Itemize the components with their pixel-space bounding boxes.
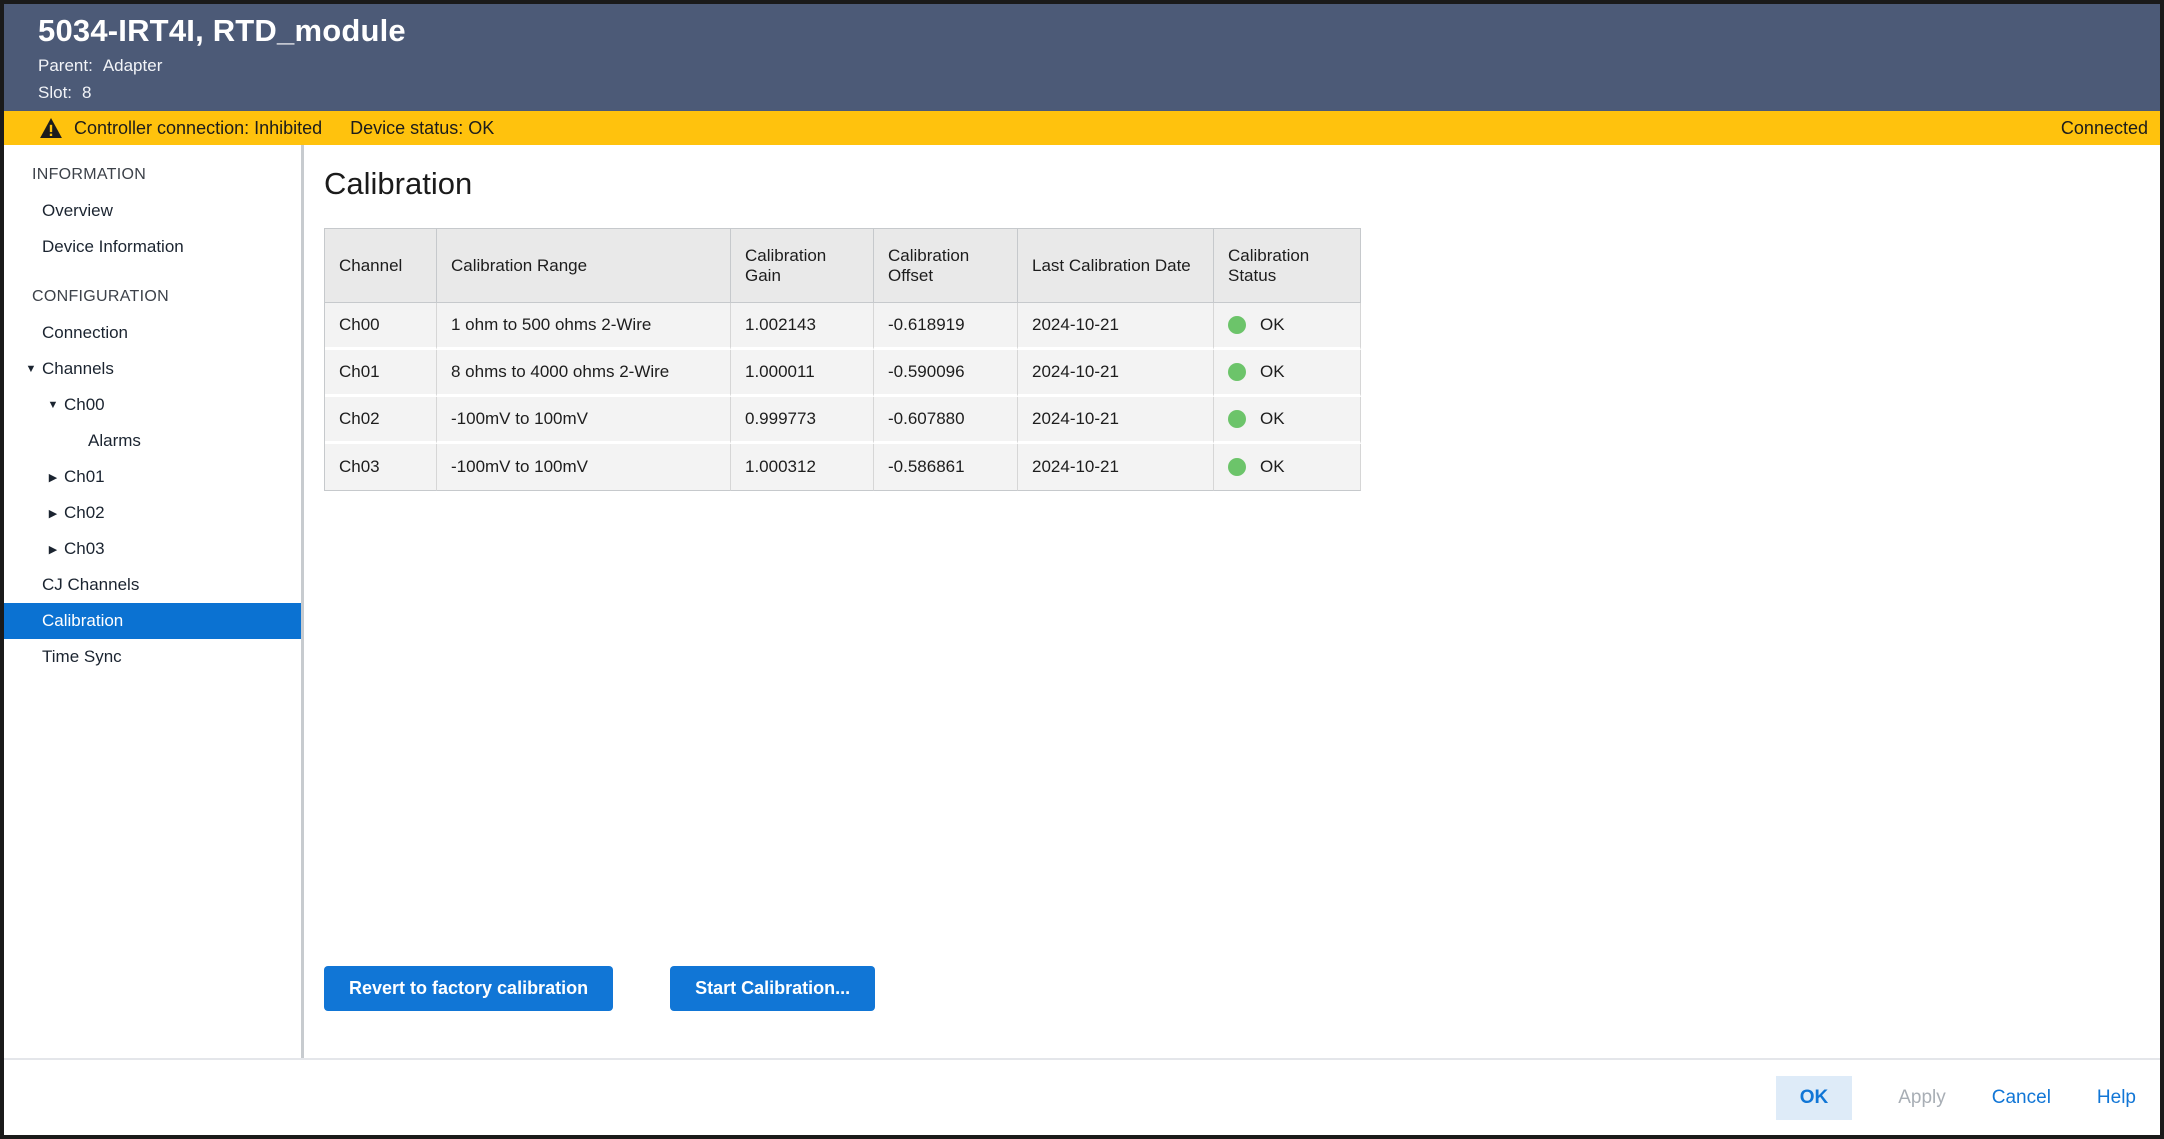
- table-row: Ch00 1 ohm to 500 ohms 2-Wire 1.002143 -…: [325, 303, 1361, 350]
- status-ok-dot-icon: [1228, 316, 1246, 334]
- nav-section-configuration: CONFIGURATION: [4, 279, 301, 315]
- col-header-range: Calibration Range: [437, 229, 731, 303]
- start-calibration-button[interactable]: Start Calibration...: [670, 966, 875, 1011]
- parent-label: Parent:: [38, 56, 93, 75]
- col-header-gain: Calibration Gain: [731, 229, 874, 303]
- revert-to-factory-calibration-button[interactable]: Revert to factory calibration: [324, 966, 613, 1011]
- chevron-down-icon[interactable]: ▼: [46, 399, 60, 411]
- status-ok-dot-icon: [1228, 363, 1246, 381]
- sidebar-item-ch01[interactable]: ▶ Ch01: [4, 459, 301, 495]
- status-ok-dot-icon: [1228, 458, 1246, 476]
- sidebar-item-cj-channels[interactable]: CJ Channels: [4, 567, 301, 603]
- page-title: Calibration: [324, 166, 2160, 202]
- cell-range: 1 ohm to 500 ohms 2-Wire: [437, 303, 731, 350]
- module-properties-window: 5034-IRT4I, RTD_module Parent: Adapter Sl…: [0, 0, 2164, 1139]
- cell-channel: Ch03: [325, 444, 437, 491]
- nav-section-information: INFORMATION: [4, 157, 301, 193]
- cell-offset: -0.618919: [874, 303, 1018, 350]
- cell-offset: -0.586861: [874, 444, 1018, 491]
- cell-status: OK: [1214, 350, 1361, 397]
- table-row: Ch03 -100mV to 100mV 1.000312 -0.586861 …: [325, 444, 1361, 491]
- cell-date: 2024-10-21: [1018, 303, 1214, 350]
- sidebar-item-ch00[interactable]: ▼ Ch00: [4, 387, 301, 423]
- controller-connection-status: Controller connection: Inhibited: [74, 118, 322, 139]
- chevron-right-icon[interactable]: ▶: [46, 471, 60, 484]
- cell-date: 2024-10-21: [1018, 444, 1214, 491]
- col-header-channel: Channel: [325, 229, 437, 303]
- cell-gain: 0.999773: [731, 397, 874, 444]
- cell-offset: -0.590096: [874, 350, 1018, 397]
- nav-sidebar: INFORMATION Overview Device Information …: [4, 145, 304, 1058]
- table-header-row: Channel Calibration Range Calibration Ga…: [325, 229, 1361, 303]
- status-text: OK: [1260, 457, 1285, 477]
- cell-channel: Ch00: [325, 303, 437, 350]
- sidebar-item-overview[interactable]: Overview: [4, 193, 301, 229]
- title-header: 5034-IRT4I, RTD_module Parent: Adapter Sl…: [4, 4, 2160, 111]
- cell-date: 2024-10-21: [1018, 350, 1214, 397]
- status-text: OK: [1260, 315, 1285, 335]
- status-text: OK: [1260, 409, 1285, 429]
- parent-line: Parent: Adapter: [38, 56, 2140, 76]
- cell-gain: 1.000011: [731, 350, 874, 397]
- sidebar-item-calibration[interactable]: Calibration: [4, 603, 301, 639]
- cell-status: OK: [1214, 444, 1361, 491]
- cell-offset: -0.607880: [874, 397, 1018, 444]
- slot-line: Slot: 8: [38, 83, 2140, 103]
- sidebar-item-channels[interactable]: ▼ Channels: [4, 351, 301, 387]
- slot-value: 8: [82, 83, 91, 102]
- chevron-right-icon[interactable]: ▶: [46, 543, 60, 556]
- col-header-status: Calibration Status: [1214, 229, 1361, 303]
- chevron-right-icon[interactable]: ▶: [46, 507, 60, 520]
- sidebar-item-ch02[interactable]: ▶ Ch02: [4, 495, 301, 531]
- table-row: Ch02 -100mV to 100mV 0.999773 -0.607880 …: [325, 397, 1361, 444]
- chevron-down-icon[interactable]: ▼: [24, 363, 38, 375]
- parent-value: Adapter: [103, 56, 163, 75]
- cell-status: OK: [1214, 397, 1361, 444]
- status-text: OK: [1260, 362, 1285, 382]
- col-header-date: Last Calibration Date: [1018, 229, 1214, 303]
- apply-button[interactable]: Apply: [1898, 1087, 1946, 1109]
- dialog-footer: OK Apply Cancel Help: [4, 1058, 2160, 1135]
- cancel-button[interactable]: Cancel: [1992, 1087, 2051, 1109]
- col-header-offset: Calibration Offset: [874, 229, 1018, 303]
- sidebar-item-connection[interactable]: Connection: [4, 315, 301, 351]
- table-row: Ch01 8 ohms to 4000 ohms 2-Wire 1.000011…: [325, 350, 1361, 397]
- device-status: Device status: OK: [350, 118, 494, 139]
- cell-channel: Ch02: [325, 397, 437, 444]
- cell-range: 8 ohms to 4000 ohms 2-Wire: [437, 350, 731, 397]
- cell-gain: 1.000312: [731, 444, 874, 491]
- ok-button[interactable]: OK: [1776, 1076, 1853, 1120]
- help-button[interactable]: Help: [2097, 1087, 2136, 1109]
- sidebar-item-alarms[interactable]: Alarms: [4, 423, 301, 459]
- calibration-actions: Revert to factory calibration Start Cali…: [324, 966, 875, 1011]
- cell-channel: Ch01: [325, 350, 437, 397]
- main-content: Calibration Channel Calibration Range Ca…: [304, 145, 2160, 1058]
- sidebar-item-ch03[interactable]: ▶ Ch03: [4, 531, 301, 567]
- sidebar-item-device-information[interactable]: Device Information: [4, 229, 301, 265]
- cell-date: 2024-10-21: [1018, 397, 1214, 444]
- connection-state: Connected: [2061, 118, 2148, 139]
- sidebar-item-time-sync[interactable]: Time Sync: [4, 639, 301, 675]
- warning-triangle-icon: [40, 118, 62, 138]
- module-title: 5034-IRT4I, RTD_module: [38, 13, 2140, 49]
- status-bar: Controller connection: Inhibited Device …: [4, 111, 2160, 145]
- cell-range: -100mV to 100mV: [437, 444, 731, 491]
- cell-range: -100mV to 100mV: [437, 397, 731, 444]
- calibration-table: Channel Calibration Range Calibration Ga…: [324, 228, 1361, 491]
- cell-gain: 1.002143: [731, 303, 874, 350]
- slot-label: Slot:: [38, 83, 72, 102]
- cell-status: OK: [1214, 303, 1361, 350]
- status-ok-dot-icon: [1228, 410, 1246, 428]
